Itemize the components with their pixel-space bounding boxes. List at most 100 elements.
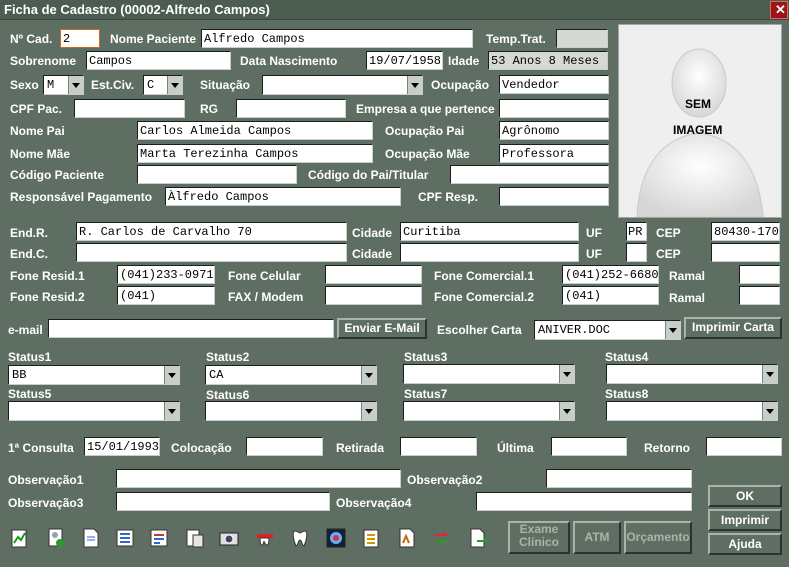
codigo-paciente-field[interactable]	[137, 165, 297, 184]
sexo-select[interactable]: M	[43, 75, 84, 95]
cep-r-field[interactable]: 80430-170	[711, 222, 780, 241]
primeira-consulta-field[interactable]: 15/01/1993	[84, 437, 160, 456]
help-button[interactable]: Ajuda	[708, 533, 782, 555]
cpf-pac-field[interactable]	[74, 99, 185, 118]
tooth-cap-icon[interactable]	[254, 527, 276, 549]
obs3-field[interactable]	[116, 492, 330, 511]
chevron-down-icon[interactable]	[361, 402, 376, 420]
list-icon[interactable]	[114, 527, 136, 549]
ok-button[interactable]: OK	[708, 485, 782, 507]
end-r-field[interactable]: R. Carlos de Carvalho 70	[76, 222, 347, 241]
tooth-icon[interactable]	[289, 527, 311, 549]
codigo-pai-field[interactable]	[450, 165, 609, 184]
ocupacao-pai-field[interactable]: Agrônomo	[499, 121, 609, 140]
patient-check-icon[interactable]	[45, 527, 67, 549]
obs3-label: Observação3	[8, 496, 84, 510]
ocupacao-field[interactable]: Vendedor	[499, 75, 609, 94]
ocupacao-mae-label: Ocupação Mãe	[385, 147, 470, 161]
chevron-down-icon[interactable]	[167, 76, 182, 94]
uf-r-field[interactable]: PR	[626, 222, 647, 241]
cidade-r-field[interactable]: Curitiba	[400, 222, 579, 241]
empresa-field[interactable]	[499, 99, 609, 118]
fone-resid2-field[interactable]: (041)	[117, 286, 215, 305]
checklist-icon[interactable]	[360, 527, 382, 549]
chevron-down-icon[interactable]	[559, 402, 574, 420]
obs2-field[interactable]	[546, 469, 692, 488]
exame-clinico-button[interactable]: Exame Clínico	[508, 521, 570, 554]
patient-photo[interactable]: SEM IMAGEM	[618, 24, 782, 218]
status5-label: Status5	[8, 387, 52, 401]
fone-comercial1-field[interactable]: (041)252-6680	[562, 265, 659, 284]
xray-icon[interactable]	[325, 527, 347, 549]
nome-mae-field[interactable]: Marta Terezinha Campos	[137, 144, 373, 163]
chevron-down-icon[interactable]	[164, 366, 179, 384]
status3-select[interactable]	[403, 364, 575, 384]
status8-select[interactable]	[606, 401, 778, 421]
form-icon[interactable]	[148, 527, 170, 549]
email-field[interactable]	[48, 319, 334, 338]
est-civ-select[interactable]: C	[143, 75, 183, 95]
atm-button[interactable]: ATM	[573, 521, 621, 554]
chevron-down-icon[interactable]	[164, 402, 179, 420]
fone-celular-field[interactable]	[325, 265, 422, 284]
chevron-down-icon[interactable]	[68, 76, 83, 94]
fax-field[interactable]	[325, 286, 422, 305]
ramal1-field[interactable]	[739, 265, 780, 284]
graph-icon[interactable]	[396, 527, 418, 549]
chevron-down-icon[interactable]	[361, 366, 376, 384]
orcamento-button[interactable]: Orçamento	[624, 521, 692, 554]
status2-select[interactable]: CA	[205, 365, 377, 385]
report-icon[interactable]	[184, 527, 206, 549]
print-letter-button[interactable]: Imprimir Carta	[684, 317, 782, 339]
silhouette-icon	[619, 25, 781, 217]
cpf-resp-field[interactable]	[499, 187, 609, 206]
cidade-c-field[interactable]	[400, 243, 579, 262]
ultima-field[interactable]	[551, 437, 627, 456]
situacao-select[interactable]	[262, 75, 423, 95]
fone-resid1-field[interactable]: (041)233-0971	[117, 265, 215, 284]
sobrenome-field[interactable]: Campos	[86, 51, 231, 70]
camera-icon[interactable]	[218, 527, 240, 549]
chevron-down-icon[interactable]	[559, 365, 574, 383]
chevron-down-icon[interactable]	[762, 402, 777, 420]
colocacao-field[interactable]	[246, 437, 323, 456]
data-nascimento-field[interactable]: 19/07/1958	[366, 51, 443, 70]
obs4-field[interactable]	[476, 492, 692, 511]
end-c-field[interactable]	[76, 243, 347, 262]
status4-select[interactable]	[606, 364, 778, 384]
export-icon[interactable]	[467, 527, 489, 549]
chart-icon[interactable]	[9, 527, 31, 549]
carta-select[interactable]: ANIVER.DOC	[534, 320, 681, 340]
uf-c-label: UF	[586, 247, 602, 261]
nome-pai-label: Nome Pai	[10, 124, 65, 138]
obs1-field[interactable]	[116, 469, 401, 488]
obs2-label: Observação2	[407, 473, 483, 487]
document-icon[interactable]	[80, 527, 102, 549]
status7-select[interactable]	[403, 401, 575, 421]
ramal2-field[interactable]	[739, 286, 780, 305]
retirada-field[interactable]	[400, 437, 477, 456]
rg-field[interactable]	[236, 99, 346, 118]
send-email-button[interactable]: Enviar E-Mail	[337, 318, 427, 339]
status5-select[interactable]	[8, 401, 180, 421]
ramal1-label: Ramal	[669, 269, 706, 283]
responsavel-field[interactable]: Àlfredo Campos	[165, 187, 401, 206]
cep-c-field[interactable]	[711, 243, 780, 262]
nome-paciente-field[interactable]: Alfredo Campos	[201, 29, 473, 48]
print-button[interactable]: Imprimir	[708, 509, 782, 531]
nome-pai-field[interactable]: Carlos Almeida Campos	[137, 121, 373, 140]
close-button[interactable]: ✕	[770, 1, 788, 19]
uf-c-field[interactable]	[626, 243, 647, 262]
status1-value: BB	[12, 368, 27, 382]
n-cad-field[interactable]: 2	[60, 29, 100, 48]
ocupacao-mae-field[interactable]: Professora	[499, 144, 609, 163]
status6-select[interactable]	[205, 401, 377, 421]
retorno-field[interactable]	[706, 437, 782, 456]
status8-label: Status8	[605, 387, 649, 401]
chevron-down-icon[interactable]	[407, 76, 422, 94]
chevron-down-icon[interactable]	[665, 321, 680, 339]
transfer-icon[interactable]	[431, 527, 453, 549]
fone-comercial2-field[interactable]: (041)	[562, 286, 659, 305]
chevron-down-icon[interactable]	[762, 365, 777, 383]
status1-select[interactable]: BB	[8, 365, 180, 385]
